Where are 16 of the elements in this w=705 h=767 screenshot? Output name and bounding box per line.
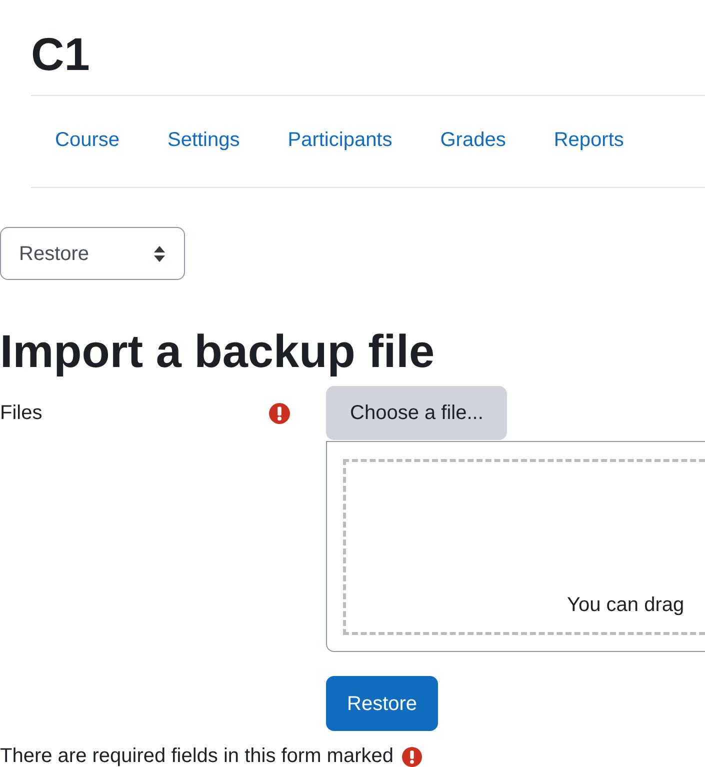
drop-hint: You can drag [567, 593, 684, 618]
field-label: Files [0, 401, 42, 426]
page-heading: Import a backup file [0, 328, 436, 374]
action-select[interactable]: Restore [0, 227, 185, 280]
choose-file-button[interactable]: Choose a file... [326, 386, 508, 440]
nav-tab[interactable]: Participants [264, 125, 416, 158]
nav-tab[interactable]: Reports [530, 125, 648, 158]
restore-button[interactable]: Restore [326, 676, 438, 731]
file-drop-area[interactable]: You can drag [326, 441, 705, 652]
required-fields-note: There are required fields in this form marked [0, 746, 394, 767]
nav-tab[interactable]: Course [31, 125, 144, 158]
exclamation-circle-icon [402, 746, 422, 766]
sort-caret-icon [154, 246, 165, 262]
nav-tab[interactable]: Grades [416, 125, 530, 158]
nav-tab[interactable]: Settings [143, 125, 264, 158]
course-title: C1 [31, 31, 91, 77]
